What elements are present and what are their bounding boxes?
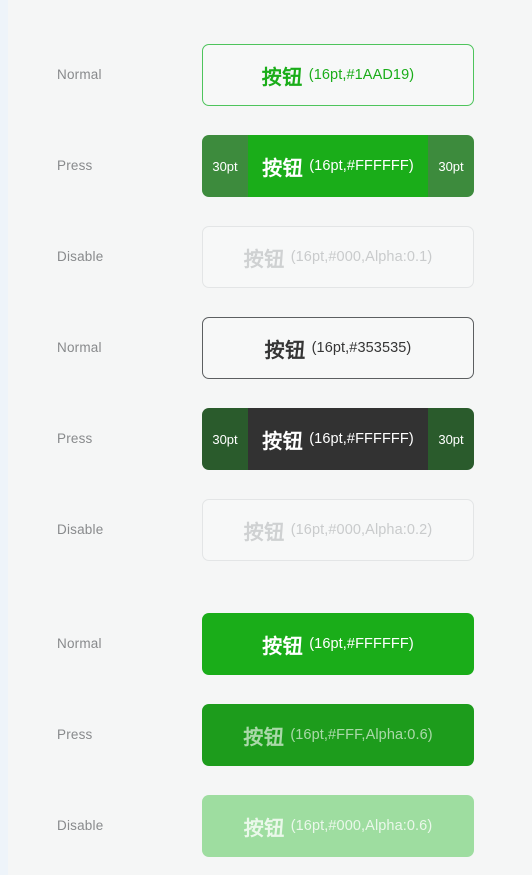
button-state-row: Press 按钮 (16pt,#FFF,Alpha:0.6) [8, 704, 532, 766]
left-padding-annotation: 30pt [212, 158, 238, 174]
button-normal[interactable]: 按钮 (16pt,#353535) [202, 317, 474, 379]
button-cn-label: 按钮 [243, 726, 285, 749]
state-label: Normal [57, 67, 102, 82]
right-padding-annotation: 30pt [438, 431, 464, 447]
button-spec-annotation: (16pt,#FFFFFF) [309, 636, 414, 652]
state-label: Press [57, 727, 93, 742]
button-cn-label: 按钮 [262, 430, 304, 453]
button-state-row: Press 30pt 按钮 (16pt,#FFFFFF) 30pt [8, 408, 532, 470]
state-label: Press [57, 158, 93, 173]
button-label-area: 按钮 (16pt,#FFF,Alpha:0.6) [243, 721, 432, 750]
button-spec-annotation: (16pt,#FFFFFF) [309, 431, 414, 447]
button-label-area: 按钮 (16pt,#000,Alpha:0.6) [244, 812, 433, 841]
button-cn-label: 按钮 [262, 157, 304, 180]
state-label: Normal [57, 636, 102, 651]
button-normal[interactable]: 按钮 (16pt,#1AAD19) [202, 44, 474, 106]
button-label-area: 按钮 (16pt,#000,Alpha:0.2) [244, 516, 433, 545]
button-cn-label: 按钮 [243, 817, 285, 840]
button-disable[interactable]: 按钮 (16pt,#000,Alpha:0.2) [202, 499, 474, 561]
button-spec-annotation: (16pt,#353535) [311, 340, 412, 356]
button-press[interactable]: 按钮 (16pt,#FFF,Alpha:0.6) [202, 704, 474, 766]
button-disable[interactable]: 按钮 (16pt,#000,Alpha:0.1) [202, 226, 474, 288]
state-label: Disable [57, 249, 104, 264]
button-label-area: 按钮 (16pt,#353535) [265, 334, 412, 363]
button-disable[interactable]: 按钮 (16pt,#000,Alpha:0.6) [202, 795, 474, 857]
state-label: Disable [57, 818, 104, 833]
state-label: Normal [57, 340, 102, 355]
button-state-row: Press 30pt 按钮 (16pt,#FFFFFF) 30pt [8, 135, 532, 197]
right-padding-annotation: 30pt [438, 158, 464, 174]
button-label-area: 按钮 (16pt,#FFFFFF) [248, 135, 428, 197]
state-label: Disable [57, 522, 104, 537]
button-cn-label: 按钮 [243, 521, 285, 544]
button-spec-sheet: Normal 按钮 (16pt,#1AAD19) Press 30pt 按钮 (16pt,#… [8, 0, 532, 875]
button-press[interactable]: 30pt 按钮 (16pt,#FFFFFF) 30pt [202, 408, 474, 470]
button-state-row: Disable 按钮 (16pt,#000,Alpha:0.1) [8, 226, 532, 288]
button-state-row: Normal 按钮 (16pt,#353535) [8, 317, 532, 379]
button-spec-annotation: (16pt,#1AAD19) [308, 67, 415, 83]
button-label-area: 按钮 (16pt,#1AAD19) [262, 61, 414, 90]
button-spec-annotation: (16pt,#000,Alpha:0.6) [290, 818, 433, 834]
button-label-area: 按钮 (16pt,#FFFFFF) [262, 630, 414, 659]
button-cn-label: 按钮 [264, 339, 306, 362]
state-label: Press [57, 431, 93, 446]
left-padding-annotation: 30pt [212, 431, 238, 447]
button-state-row: Disable 按钮 (16pt,#000,Alpha:0.6) [8, 795, 532, 857]
button-label-area: 按钮 (16pt,#000,Alpha:0.1) [244, 243, 433, 272]
button-spec-annotation: (16pt,#000,Alpha:0.1) [290, 249, 433, 265]
button-state-row: Normal 按钮 (16pt,#FFFFFF) [8, 613, 532, 675]
button-cn-label: 按钮 [261, 66, 303, 89]
button-state-row: Normal 按钮 (16pt,#1AAD19) [8, 44, 532, 106]
button-spec-annotation: (16pt,#FFF,Alpha:0.6) [290, 727, 433, 743]
button-state-row: Disable 按钮 (16pt,#000,Alpha:0.2) [8, 499, 532, 561]
button-cn-label: 按钮 [262, 635, 304, 658]
button-cn-label: 按钮 [243, 248, 285, 271]
button-normal[interactable]: 按钮 (16pt,#FFFFFF) [202, 613, 474, 675]
button-spec-annotation: (16pt,#FFFFFF) [309, 158, 414, 174]
button-spec-annotation: (16pt,#000,Alpha:0.2) [290, 522, 433, 538]
button-press[interactable]: 30pt 按钮 (16pt,#FFFFFF) 30pt [202, 135, 474, 197]
button-label-area: 按钮 (16pt,#FFFFFF) [248, 408, 428, 470]
